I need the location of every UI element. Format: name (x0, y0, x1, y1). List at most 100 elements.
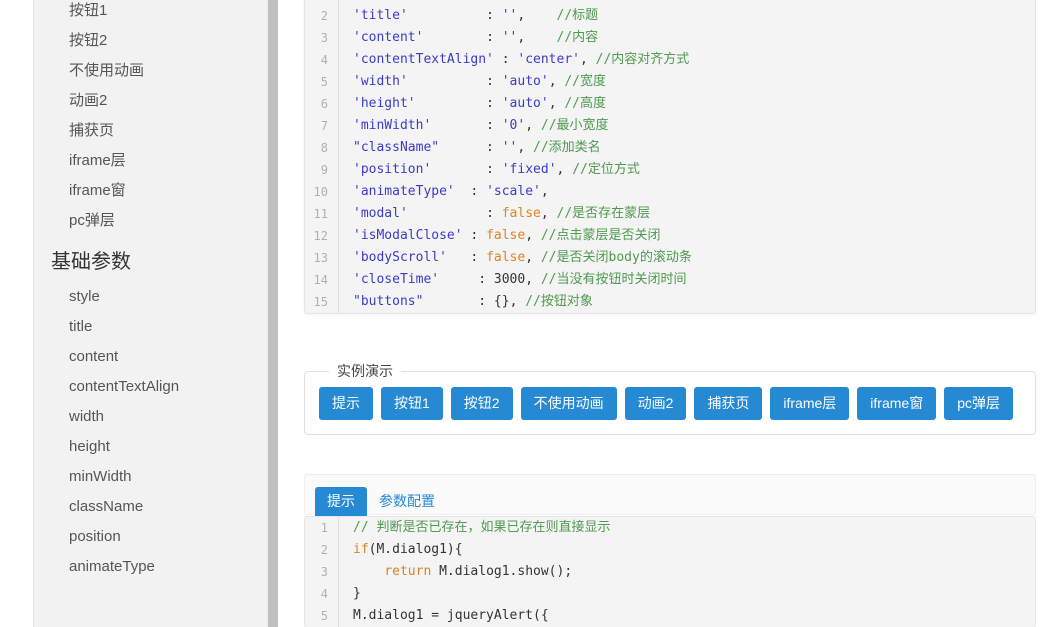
sidebar-nav-item[interactable]: iframe窗 (34, 176, 269, 206)
code-token: : (408, 206, 502, 221)
code-token: 'minWidth' (353, 118, 431, 133)
example-tab[interactable]: 提示 (315, 487, 367, 516)
demo-button[interactable]: iframe层 (770, 387, 849, 420)
example-tab-panel: 提示参数配置 (304, 474, 1036, 515)
code-line-text: 'modal' : false, //是否存在蒙层 (339, 203, 650, 225)
code-token: //当没有按钮时关闭时间 (541, 272, 687, 287)
code-line: 3'content' : '', //内容 (305, 27, 1035, 49)
code-token: M.dialog1 = jqueryAlert({ (353, 608, 549, 623)
sidebar-param-item[interactable]: content (34, 342, 269, 372)
code-token: : (455, 184, 486, 199)
code-token: //添加类名 (533, 140, 601, 155)
sidebar-param-item[interactable]: className (34, 492, 269, 522)
code-line-text: 'contentTextAlign' : 'center', //内容对齐方式 (339, 49, 689, 71)
code-token: , (549, 74, 565, 89)
code-token: : (431, 162, 501, 177)
demo-button[interactable]: 不使用动画 (521, 387, 617, 420)
code-token: } (353, 586, 361, 601)
code-token: 'modal' (353, 206, 408, 221)
demo-button[interactable]: 动画2 (625, 387, 687, 420)
code-token: false (486, 250, 525, 265)
code-token: , (517, 8, 556, 23)
code-line: 5'width' : 'auto', //宽度 (305, 71, 1035, 93)
code-token: //标题 (557, 8, 599, 23)
code-line: 2'title' : '', //标题 (305, 5, 1035, 27)
sidebar-param-item[interactable]: position (34, 522, 269, 552)
code-token: : (408, 8, 502, 23)
code-token: : (423, 294, 493, 309)
code-token: //点击蒙层是否关闭 (541, 228, 661, 243)
code-token: "buttons" (353, 294, 423, 309)
example-tabbar: 提示参数配置 (305, 475, 1035, 516)
code-token: 3000 (494, 272, 525, 287)
sidebar-param-item[interactable]: width (34, 402, 269, 432)
code-line-number: 9 (305, 159, 339, 181)
code-token: 'title' (353, 8, 408, 23)
demo-button[interactable]: 提示 (319, 387, 373, 420)
code-token: , (525, 118, 541, 133)
demo-button[interactable]: 按钮1 (381, 387, 443, 420)
code-line-number: 4 (305, 49, 339, 71)
code-line-text: 'bodyScroll' : false, //是否关闭body的滚动条 (339, 247, 692, 269)
code-token: if (353, 542, 369, 557)
demo-button[interactable]: 按钮2 (451, 387, 513, 420)
sidebar-scrollbar-thumb[interactable] (268, 0, 278, 627)
code-line-text: "buttons" : {}, //按钮对象 (339, 291, 593, 313)
sidebar-scrollbar-track[interactable] (267, 0, 278, 627)
code-token: 'width' (353, 74, 408, 89)
code-line-number: 2 (305, 539, 339, 561)
sidebar-param-item[interactable]: height (34, 432, 269, 462)
sidebar-param-item[interactable]: animateType (34, 552, 269, 582)
code-line-number: 14 (305, 269, 339, 291)
demo-button[interactable]: iframe窗 (857, 387, 936, 420)
code-line-number: 10 (305, 181, 339, 203)
sidebar-param-item[interactable]: contentTextAlign (34, 372, 269, 402)
code-line: 8"className" : '', //添加类名 (305, 137, 1035, 159)
demo-button[interactable]: pc弹层 (944, 387, 1013, 420)
demo-button[interactable]: 捕获页 (694, 387, 762, 420)
sidebar-nav-item[interactable]: 不使用动画 (34, 56, 269, 86)
code-token: : (494, 52, 517, 67)
sidebar-nav-item[interactable]: 捕获页 (34, 116, 269, 146)
sidebar-nav-item[interactable]: 动画2 (34, 86, 269, 116)
sidebar-nav-item[interactable]: pc弹层 (34, 206, 269, 236)
code-line-number: 6 (305, 93, 339, 115)
code-token: 'height' (353, 96, 416, 111)
sidebar: 提示按钮1按钮2不使用动画动画2捕获页iframe层iframe窗pc弹层 基础… (33, 0, 278, 627)
code-line-text: } (339, 583, 361, 605)
code-token: , (510, 294, 526, 309)
sidebar-param-item[interactable]: title (34, 312, 269, 342)
sidebar-nav-list: 提示按钮1按钮2不使用动画动画2捕获页iframe层iframe窗pc弹层 (34, 0, 269, 236)
sidebar-param-item[interactable]: style (34, 282, 269, 312)
code-line: 1// 判断是否已存在，如果已存在则直接显示 (305, 517, 1035, 539)
code-line: 3 return M.dialog1.show(); (305, 561, 1035, 583)
code-token: (M.dialog1){ (369, 542, 463, 557)
sidebar-param-item[interactable]: minWidth (34, 462, 269, 492)
code-line-number: 8 (305, 137, 339, 159)
sidebar-section-heading: 基础参数 (34, 236, 269, 282)
code-token: // 判断是否已存在，如果已存在则直接显示 (353, 520, 610, 535)
code-line-number: 13 (305, 247, 339, 269)
code-token: : (439, 140, 502, 155)
sidebar-nav-item[interactable]: 按钮1 (34, 0, 269, 26)
code-line: 9'position' : 'fixed', //定位方式 (305, 159, 1035, 181)
code-token: //最小宽度 (541, 118, 609, 133)
code-token: 'animateType' (353, 184, 455, 199)
code-token: : (408, 74, 502, 89)
code-token: //是否存在蒙层 (557, 206, 651, 221)
code-token: //按钮对象 (525, 294, 593, 309)
code-token: , (580, 52, 596, 67)
code-token: 'bodyScroll' (353, 250, 447, 265)
code-token: 'position' (353, 162, 431, 177)
code-line-number: 7 (305, 115, 339, 137)
code-token: 'scale' (486, 184, 541, 199)
sidebar-nav-item[interactable]: iframe层 (34, 146, 269, 176)
code-token: 'contentTextAlign' (353, 52, 494, 67)
example-tab[interactable]: 参数配置 (367, 487, 447, 516)
code-token: , (541, 184, 549, 199)
code-token: 'content' (353, 30, 423, 45)
sidebar-nav-item[interactable]: 按钮2 (34, 26, 269, 56)
code-line-number: 11 (305, 203, 339, 225)
code-line-number: 2 (305, 5, 339, 27)
main-content: 1'style' : 'wap', //移动端和PC端2'title' : ''… (288, 0, 1044, 627)
